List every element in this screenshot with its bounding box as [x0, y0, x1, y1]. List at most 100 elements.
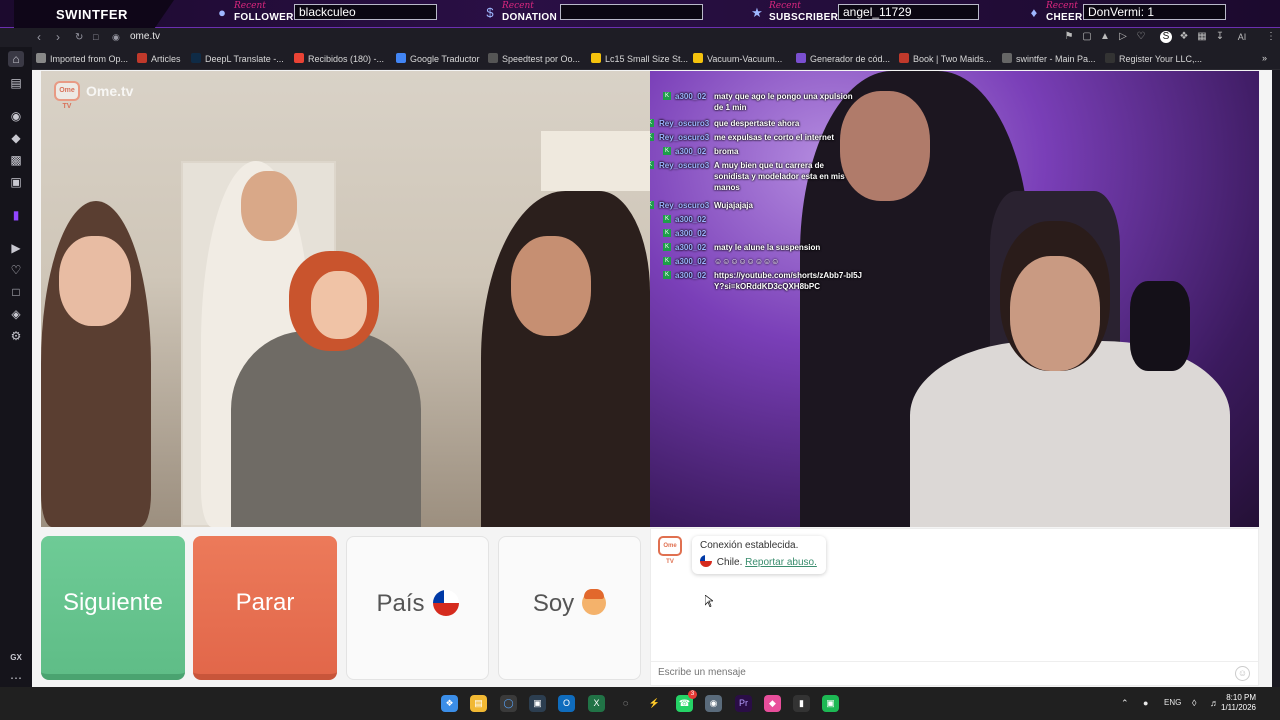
- microphone-icon[interactable]: ●: [1143, 698, 1148, 708]
- chat-message: maty que ago le pongo una xpulsion de 1 …: [714, 92, 853, 112]
- menu-icon[interactable]: ⋮: [1265, 31, 1277, 43]
- twitch-icon[interactable]: ▮: [8, 207, 24, 223]
- outlook-icon[interactable]: O: [558, 695, 575, 712]
- more-icon[interactable]: ⋯: [8, 670, 24, 686]
- bolt-icon[interactable]: ⚡: [646, 695, 663, 712]
- message-input-bar: ☺: [651, 661, 1258, 685]
- bookmark-item[interactable]: Generador de cód...: [796, 53, 890, 64]
- bookmark-item[interactable]: DeepL Translate -...: [191, 53, 284, 64]
- box-icon[interactable]: ▣: [8, 174, 24, 190]
- screenshot-icon[interactable]: ▢: [1081, 31, 1093, 43]
- overlay-cheer-value: DonVermi: 1: [1083, 4, 1226, 20]
- image-icon[interactable]: ▩: [8, 152, 24, 168]
- bookmark-icon[interactable]: ⚑: [1063, 31, 1075, 43]
- player-icon[interactable]: ▶: [8, 240, 24, 256]
- emoji-icon[interactable]: ☺: [1235, 666, 1250, 681]
- microphone: [1130, 281, 1190, 371]
- diamond-icon[interactable]: ◆: [8, 130, 24, 146]
- mod-badge-icon: K: [663, 92, 671, 100]
- chat-username: Rey_oscuro3: [659, 201, 710, 210]
- profile-icon[interactable]: S: [1160, 31, 1172, 43]
- bookmark-item[interactable]: Lc15 Small Size St...: [591, 53, 688, 64]
- reload-icon[interactable]: ↻: [75, 32, 83, 43]
- app2-icon[interactable]: ▮: [793, 695, 810, 712]
- tray-chevron-icon[interactable]: ⌃: [1121, 698, 1129, 709]
- bookmark-label: Register Your LLC,...: [1119, 54, 1203, 64]
- store-icon[interactable]: ▣: [529, 695, 546, 712]
- photos-icon[interactable]: ◆: [764, 695, 781, 712]
- chat-username: a300_02: [675, 215, 707, 224]
- overlay-brand-text: SWINTFER: [56, 7, 128, 22]
- heart-icon[interactable]: ♡: [1135, 31, 1147, 43]
- home-icon[interactable]: ⌂: [8, 51, 24, 67]
- file-explorer-icon[interactable]: ▤: [470, 695, 487, 712]
- bookmark-item[interactable]: Articles: [137, 53, 181, 64]
- stop-button[interactable]: Parar: [193, 536, 337, 680]
- premiere-icon[interactable]: Pr: [735, 695, 752, 712]
- chat-message: maty le alune la suspension: [714, 243, 821, 252]
- ai-button[interactable]: AI: [1232, 31, 1252, 43]
- message-input[interactable]: [658, 667, 1218, 678]
- ometv-logo-badge: Ome TV: [54, 81, 80, 110]
- url-field[interactable]: ome.tv: [130, 31, 160, 42]
- bookmark-item[interactable]: Register Your LLC,...: [1105, 53, 1202, 64]
- bookmark-item[interactable]: swintfer - Main Pa...: [1002, 53, 1096, 64]
- volume-icon[interactable]: ♬: [1210, 698, 1219, 708]
- vpn-icon[interactable]: ◉: [705, 695, 722, 712]
- mod-badge-icon: K: [650, 161, 654, 169]
- speedtest-icon: [488, 53, 498, 63]
- clock[interactable]: 8:10 PM 1/11/2026: [1221, 693, 1256, 713]
- report-abuse-link[interactable]: Reportar abuso.: [745, 557, 817, 568]
- chat-message: Wujajajaja: [714, 201, 753, 210]
- bookmark-item[interactable]: Google Traductor: [396, 53, 480, 64]
- gender-button[interactable]: Soy: [498, 536, 641, 680]
- cube-icon[interactable]: ◈: [8, 306, 24, 322]
- language-indicator[interactable]: ENG: [1164, 698, 1181, 707]
- app-icon[interactable]: ◌: [617, 695, 634, 712]
- settings-icon[interactable]: ⚙: [8, 328, 24, 344]
- ometv-small-logo: Ome TV: [658, 536, 682, 565]
- person-center-shirt: [231, 331, 421, 527]
- overlay-recent-label: Recent: [1046, 1, 1078, 11]
- whatsapp-icon[interactable]: ☎ 3: [676, 690, 697, 712]
- bookmark-item[interactable]: Recibidos (180) -...: [294, 53, 384, 64]
- forward-icon[interactable]: ›: [56, 30, 60, 44]
- site-icon: [693, 53, 703, 63]
- bookmark-item[interactable]: Imported from Op...: [36, 53, 128, 64]
- ometv-page: Ome TV Ome.tv K a300_02 maty que ago le …: [32, 70, 1272, 687]
- bookmark-item[interactable]: Speedtest por Oo...: [488, 53, 580, 64]
- wifi-icon[interactable]: ◊: [1192, 698, 1196, 708]
- address-bar: ‹ › ↻ □ ◉ ome.tv ⚑ ▢ ▲ ▷ ♡ S ❖ ▦ ↧ AI ⋮: [0, 28, 1280, 47]
- mod-badge-icon: K: [650, 133, 654, 141]
- extensions-icon[interactable]: ❖: [1178, 31, 1190, 43]
- gamepad-icon[interactable]: ▤: [8, 75, 24, 91]
- chat-message: que despertaste ahora: [714, 119, 800, 128]
- shield-icon[interactable]: ▲: [1099, 31, 1111, 43]
- site-icon: [191, 53, 201, 63]
- bookmark-label: Generador de cód...: [810, 54, 891, 64]
- speed-dial-icon[interactable]: ◉: [8, 108, 24, 124]
- browser-taskbar-icon[interactable]: ◯: [500, 695, 517, 712]
- download-icon[interactable]: ↧: [1214, 31, 1226, 43]
- bookmark-item[interactable]: Book | Two Maids...: [899, 53, 991, 64]
- overlay-follower: ● Recent FOLLOWER blackculeo: [214, 1, 439, 25]
- back-icon[interactable]: ‹: [37, 30, 41, 44]
- notes-icon[interactable]: □: [8, 284, 24, 300]
- mouse-cursor-icon: [705, 595, 713, 607]
- next-button[interactable]: Siguiente: [41, 536, 185, 680]
- heart-icon[interactable]: ♡: [8, 262, 24, 278]
- windows-start-icon[interactable]: ❖: [441, 695, 458, 712]
- bookmarks-more-icon[interactable]: »: [1262, 53, 1267, 63]
- chat-user: a300_02: [675, 228, 706, 239]
- bookmark-item[interactable]: Vacuum-Vacuum...: [693, 53, 782, 64]
- play-icon[interactable]: ▷: [1117, 31, 1129, 43]
- country-button[interactable]: País: [346, 536, 489, 680]
- browser-sidebar: ⌂ ▤ ◉ ◆ ▩ ▣ ▮ ▶ ♡ □ ◈ ⚙ GX ⋯: [0, 47, 32, 687]
- site-icon: [796, 53, 806, 63]
- snapshot-icon[interactable]: □: [93, 32, 98, 42]
- excel-icon[interactable]: X: [588, 695, 605, 712]
- country-button-label: País: [376, 590, 425, 617]
- puzzle-icon[interactable]: ▦: [1196, 31, 1208, 43]
- bookmark-label: Lc15 Small Size St...: [605, 54, 689, 64]
- streamlabs-icon[interactable]: ▣: [822, 695, 839, 712]
